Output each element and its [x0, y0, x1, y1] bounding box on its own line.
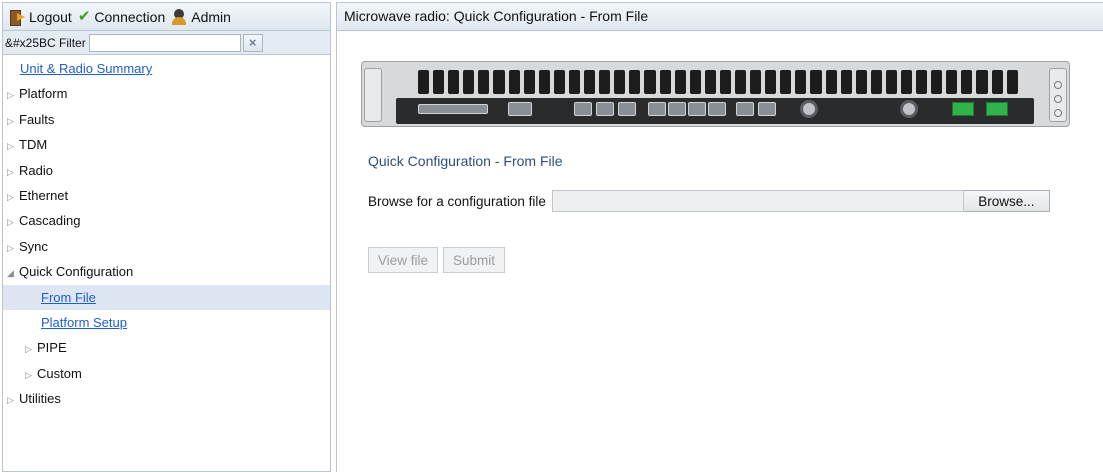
tree-item-tdm[interactable]: ▷ TDM	[3, 132, 330, 157]
tree-item-label: Utilities	[19, 391, 61, 407]
tree-item-sync[interactable]: ▷ Sync	[3, 234, 330, 259]
tree-item-label: From File	[41, 289, 96, 305]
sfp-port	[758, 102, 776, 116]
tree-item-label: PIPE	[37, 340, 67, 356]
screw-icon	[1054, 109, 1062, 117]
sfp-port	[736, 102, 754, 116]
tree-item-label: Faults	[19, 111, 55, 127]
section-title: Quick Configuration - From File	[368, 153, 563, 169]
admin-button[interactable]: Admin	[171, 8, 231, 25]
expand-arrow-icon: ▷	[7, 141, 14, 152]
tree-item-radio[interactable]: ▷ Radio	[3, 158, 330, 183]
ethernet-port	[648, 102, 666, 116]
sync-port	[574, 102, 592, 116]
clear-filter-button[interactable]: ×	[242, 33, 263, 52]
tree-item-label: Cascading	[19, 213, 81, 229]
filter-label: &#x25BC Filter	[5, 35, 86, 50]
tree-item-label: Platform	[19, 86, 68, 102]
expand-arrow-icon: ▷	[7, 217, 14, 228]
screw-icon	[1054, 81, 1062, 89]
tree-item-pipe[interactable]: ▷ PIPE	[3, 335, 330, 360]
tree-item-from-file[interactable]: From File	[3, 284, 330, 310]
cooling-vents	[418, 70, 1018, 94]
navigation-panel: Logout ✔ Connection Admin &#x25BC Filter…	[2, 2, 331, 472]
expand-arrow-icon: ▷	[25, 344, 32, 355]
e1-port	[418, 104, 488, 114]
radio-1-connector	[800, 100, 818, 118]
tree-item-custom[interactable]: ▷ Custom	[3, 361, 330, 386]
rack-ear-left	[364, 68, 382, 122]
expand-arrow-icon: ▷	[7, 191, 14, 202]
alarm-port	[508, 102, 532, 116]
ethernet-port	[708, 102, 726, 116]
view-file-button[interactable]: View file	[368, 247, 439, 273]
tree-item-faults[interactable]: ▷ Faults	[3, 107, 330, 132]
navigation-tree: Unit & Radio Summary ▷ Platform ▷ Faults ▷…	[3, 55, 330, 411]
logout-label: Logout	[29, 8, 72, 25]
file-path-field[interactable]	[551, 190, 964, 212]
power-terminal	[952, 102, 974, 116]
terminal-port	[618, 102, 636, 116]
power-terminal	[986, 102, 1008, 116]
expand-arrow-icon: ▷	[7, 115, 14, 126]
main-panel: Microwave radio: Quick Configuration - F…	[336, 2, 1103, 472]
tree-item-label: Unit & Radio Summary	[20, 61, 153, 76]
radio-2-connector	[900, 100, 918, 118]
browse-label: Browse for a configuration file	[368, 193, 546, 209]
tree-item-label: Platform Setup	[41, 314, 127, 330]
logout-icon	[9, 9, 25, 26]
rack-ear-right	[1049, 68, 1067, 122]
tree-item-label: Sync	[19, 238, 48, 254]
user-icon	[171, 8, 187, 25]
port-panel	[396, 98, 1034, 124]
tree-item-platform-setup[interactable]: Platform Setup	[3, 310, 330, 335]
tree-item-label: Quick Configuration	[19, 264, 134, 280]
connection-label: Connection	[94, 8, 166, 25]
collapse-arrow-icon: ◢	[7, 268, 14, 279]
tree-item-platform[interactable]: ▷ Platform	[3, 81, 330, 106]
screw-icon	[1054, 95, 1062, 103]
tree-item-quick-configuration[interactable]: ◢ Quick Configuration	[3, 259, 330, 284]
tree-item-cascading[interactable]: ▷ Cascading	[3, 208, 330, 233]
ethernet-port	[688, 102, 706, 116]
page-title: Microwave radio: Quick Configuration - F…	[337, 3, 1103, 31]
logout-button[interactable]: Logout	[9, 8, 72, 26]
expand-arrow-icon: ▷	[7, 90, 14, 101]
browse-button[interactable]: Browse...	[963, 190, 1050, 212]
action-buttons: View file Submit	[368, 247, 506, 273]
expand-arrow-icon: ▷	[7, 395, 14, 406]
tree-item-unit-radio-summary[interactable]: Unit & Radio Summary	[3, 56, 330, 81]
expand-arrow-icon: ▷	[25, 369, 32, 380]
checkmark-icon: ✔	[77, 8, 91, 25]
admin-label: Admin	[191, 8, 231, 25]
filter-input[interactable]	[88, 33, 241, 52]
tree-item-label: TDM	[19, 137, 48, 153]
tree-item-ethernet[interactable]: ▷ Ethernet	[3, 183, 330, 208]
file-browse-row: Browse for a configuration file Browse..…	[368, 190, 1050, 212]
submit-button[interactable]: Submit	[443, 247, 506, 273]
top-toolbar: Logout ✔ Connection Admin	[3, 3, 330, 31]
tree-item-utilities[interactable]: ▷ Utilities	[3, 386, 330, 411]
device-front-panel-image	[361, 61, 1070, 127]
filter-bar: &#x25BC Filter ×	[3, 31, 330, 55]
connection-button[interactable]: ✔ Connection	[78, 9, 165, 25]
expand-arrow-icon: ▷	[7, 242, 14, 253]
tree-item-label: Custom	[37, 365, 82, 381]
tree-item-label: Ethernet	[19, 187, 69, 203]
ethernet-port	[668, 102, 686, 116]
mgmt-port	[596, 102, 614, 116]
expand-arrow-icon: ▷	[7, 166, 14, 177]
tree-item-label: Radio	[19, 162, 53, 178]
